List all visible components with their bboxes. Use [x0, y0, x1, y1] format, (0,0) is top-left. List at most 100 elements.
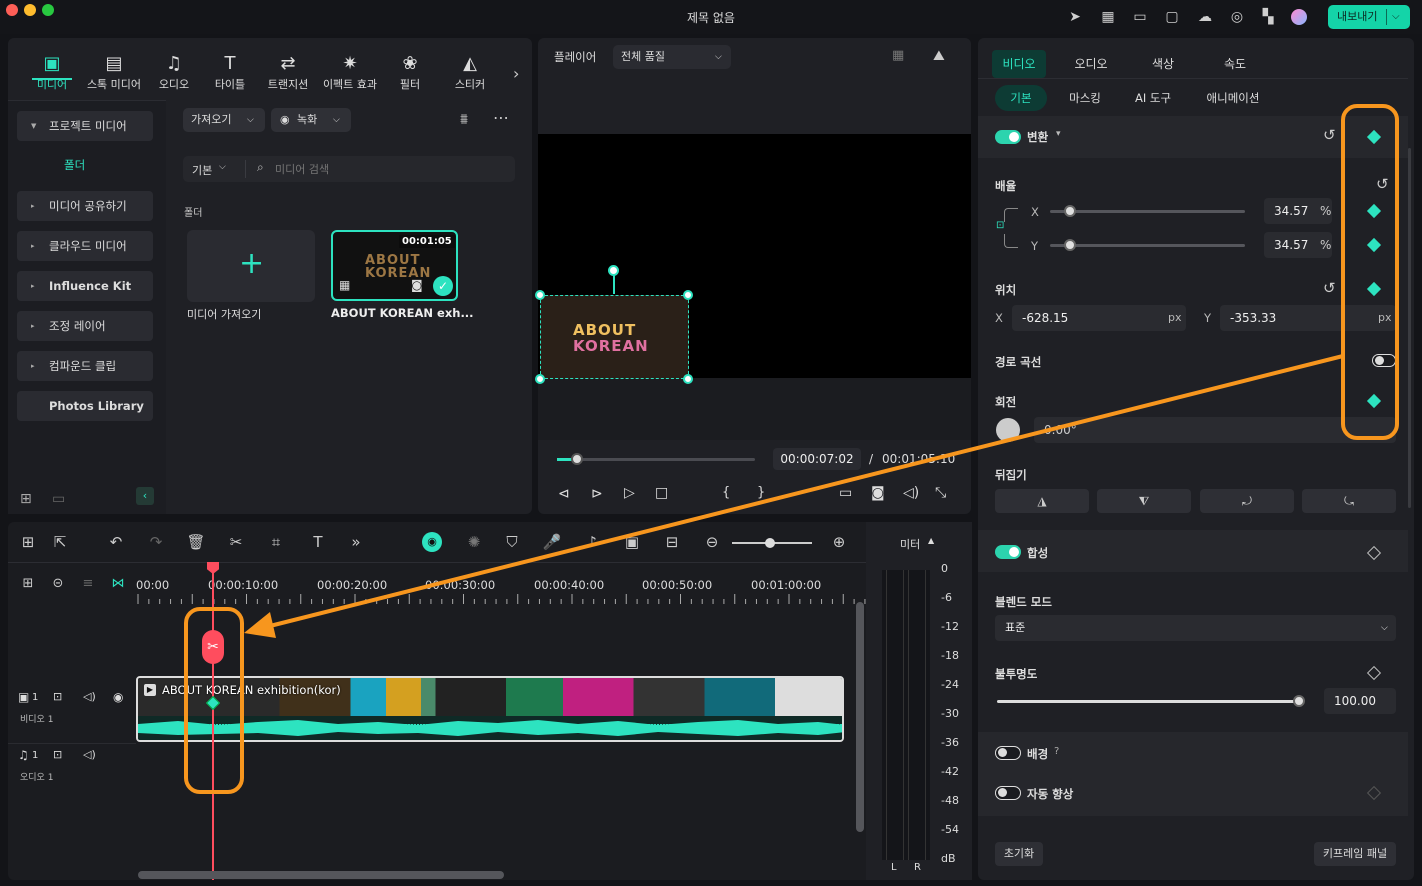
- reset-icon[interactable]: ↺: [1323, 279, 1336, 297]
- flip-horizontal-button[interactable]: ◮: [995, 489, 1089, 513]
- auto-enhance-toggle[interactable]: [995, 786, 1021, 800]
- quality-dropdown[interactable]: 전체 품질 ⌵: [613, 45, 731, 69]
- avatar[interactable]: [1291, 9, 1307, 25]
- tab-title-t[interactable]: T 타이틀: [200, 52, 260, 92]
- camera-snapshot-icon[interactable]: ◙: [871, 485, 885, 501]
- flip-vertical-button[interactable]: ⧨: [1097, 489, 1191, 513]
- record-dropdown[interactable]: ◉ 녹화 ⌵: [271, 108, 351, 132]
- fit-icon[interactable]: ⊟: [662, 532, 682, 552]
- scale-y-slider[interactable]: [1050, 239, 1245, 251]
- tab-effect-sparkle[interactable]: ✷ 이펙트 효과: [320, 52, 380, 92]
- tasks-icon[interactable]: ▦: [1099, 8, 1117, 26]
- reset-icon[interactable]: ↺: [1376, 175, 1389, 193]
- import-media-card[interactable]: +: [187, 230, 315, 302]
- stop-icon[interactable]: □: [655, 485, 668, 501]
- pip-icon[interactable]: ▣: [622, 532, 642, 552]
- mark-in-icon[interactable]: {: [722, 485, 730, 500]
- opacity-input[interactable]: 100.00: [1324, 688, 1396, 714]
- composite-toggle[interactable]: [995, 545, 1021, 559]
- import-dropdown[interactable]: 가져오기 ⌵: [183, 108, 265, 132]
- rotate-handle[interactable]: [608, 265, 619, 276]
- fullscreen-icon[interactable]: ⤡: [935, 485, 946, 501]
- playhead-handle[interactable]: [207, 562, 219, 574]
- horizontal-scrollbar[interactable]: [138, 871, 504, 879]
- position-x-input[interactable]: -628.15 px: [1012, 305, 1186, 331]
- sort-dropdown[interactable]: 기본: [192, 162, 212, 178]
- link-icon[interactable]: ⊝: [48, 574, 68, 594]
- tab-filter[interactable]: ❀ 필터: [380, 52, 440, 92]
- send-icon[interactable]: ➤: [1066, 8, 1084, 26]
- add-track-icon[interactable]: ⊞: [18, 574, 38, 594]
- more-icon[interactable]: ⋯: [493, 108, 509, 127]
- track-icon[interactable]: ≡: [78, 574, 98, 594]
- rotate-right-button[interactable]: ⤾: [1200, 489, 1294, 513]
- position-y-input[interactable]: -353.33 px: [1220, 305, 1396, 331]
- display-icon[interactable]: ▭: [839, 485, 852, 501]
- resize-handle-bl[interactable]: [535, 374, 545, 384]
- marker-icon[interactable]: ⛉: [502, 532, 522, 552]
- lock-track-icon[interactable]: ⊡: [53, 690, 62, 703]
- opacity-slider[interactable]: [997, 695, 1305, 707]
- headset-icon[interactable]: ◎: [1228, 8, 1246, 26]
- subtab-animation[interactable]: 애니메이션: [1198, 85, 1268, 111]
- layout-icon[interactable]: ⊞: [18, 532, 38, 552]
- subtab-basic[interactable]: 기본: [995, 85, 1047, 111]
- scale-y-input[interactable]: 34.57%: [1264, 232, 1332, 258]
- transform-toggle[interactable]: [995, 130, 1021, 144]
- current-time[interactable]: 00:00:07:02: [773, 448, 861, 470]
- path-curve-toggle[interactable]: [1372, 354, 1396, 367]
- play-icon[interactable]: ▷: [624, 485, 635, 501]
- subtab-ai-tools[interactable]: AI 도구: [1128, 85, 1178, 111]
- slider-knob[interactable]: [1064, 205, 1076, 217]
- lock-track-icon[interactable]: ⊡: [53, 748, 62, 761]
- rotate-left-button[interactable]: ⤿: [1302, 489, 1396, 513]
- sidebar-item[interactable]: ▸ 미디어 공유하기: [17, 191, 153, 221]
- redo-icon[interactable]: ↷: [146, 532, 166, 552]
- tab-video[interactable]: 비디오: [992, 50, 1046, 78]
- transform-box[interactable]: ABOUT KOREAN: [540, 295, 689, 379]
- grid-view-icon[interactable]: ▦: [892, 48, 904, 63]
- zoom-slider[interactable]: [732, 538, 812, 548]
- render-icon[interactable]: ✺: [464, 532, 484, 552]
- resize-handle-tl[interactable]: [535, 290, 545, 300]
- tab-audio-note[interactable]: ♫ 오디오: [144, 52, 204, 92]
- sidebar-item[interactable]: ▸ 조정 레이어: [17, 311, 153, 341]
- prev-frame-icon[interactable]: ⊲: [558, 486, 570, 502]
- vertical-scrollbar[interactable]: [856, 602, 864, 832]
- zoom-window-button[interactable]: [42, 4, 54, 16]
- search-input[interactable]: [275, 159, 495, 179]
- tab-transition[interactable]: ⇄ 트랜지션: [258, 52, 318, 92]
- tab-audio[interactable]: 오디오: [1064, 50, 1118, 78]
- sidebar-item[interactable]: ▸ 컴파운드 클립: [17, 351, 153, 381]
- background-toggle[interactable]: [995, 746, 1021, 760]
- mark-out-icon[interactable]: }: [757, 485, 765, 500]
- scissors-icon[interactable]: ✂: [202, 630, 224, 664]
- snap-icon[interactable]: ⋈: [108, 574, 128, 594]
- tab-sticker[interactable]: ◭ 스티커: [440, 52, 500, 92]
- audio-edit-icon[interactable]: ♪: [582, 532, 602, 552]
- tab-speed[interactable]: 속도: [1208, 50, 1262, 78]
- zoom-out-icon[interactable]: ⊖: [702, 532, 722, 552]
- keyframe-panel-button[interactable]: 키프레임 패널: [1314, 842, 1396, 866]
- keyframe-diamond-icon[interactable]: [1366, 281, 1382, 297]
- microphone-icon[interactable]: 🎤: [542, 532, 562, 552]
- crop-icon[interactable]: ⌗: [266, 532, 286, 552]
- rotation-dial[interactable]: [996, 418, 1020, 442]
- rotation-input[interactable]: 0.00°: [1034, 417, 1396, 443]
- select-tool-icon[interactable]: ⇱: [50, 532, 70, 552]
- sidebar-item[interactable]: ▸ 클라우드 미디어: [17, 231, 153, 261]
- ai-assist-icon[interactable]: ◉: [422, 532, 442, 552]
- zoom-knob[interactable]: [765, 538, 775, 548]
- reset-icon[interactable]: ↺: [1323, 126, 1336, 144]
- resize-handle-br[interactable]: [683, 374, 693, 384]
- tab-media[interactable]: ▣ 미디어: [22, 52, 82, 92]
- close-window-button[interactable]: [6, 4, 18, 16]
- video-clip[interactable]: ▶ ABOUT KOREAN exhibition(kor): [136, 676, 844, 742]
- media-clip-card[interactable]: 00:01:05 ABOUT KOREAN ▦ ◙ ✓: [331, 230, 458, 301]
- keyframe-diamond-icon[interactable]: [1366, 203, 1382, 219]
- blend-mode-dropdown[interactable]: 표준 ⌵: [995, 615, 1396, 641]
- progress-track[interactable]: [557, 453, 755, 465]
- keyframe-diamond-icon[interactable]: [1366, 393, 1382, 409]
- cloud-upload-icon[interactable]: ☁: [1196, 8, 1214, 26]
- caret-down-icon[interactable]: ▾: [1056, 129, 1061, 139]
